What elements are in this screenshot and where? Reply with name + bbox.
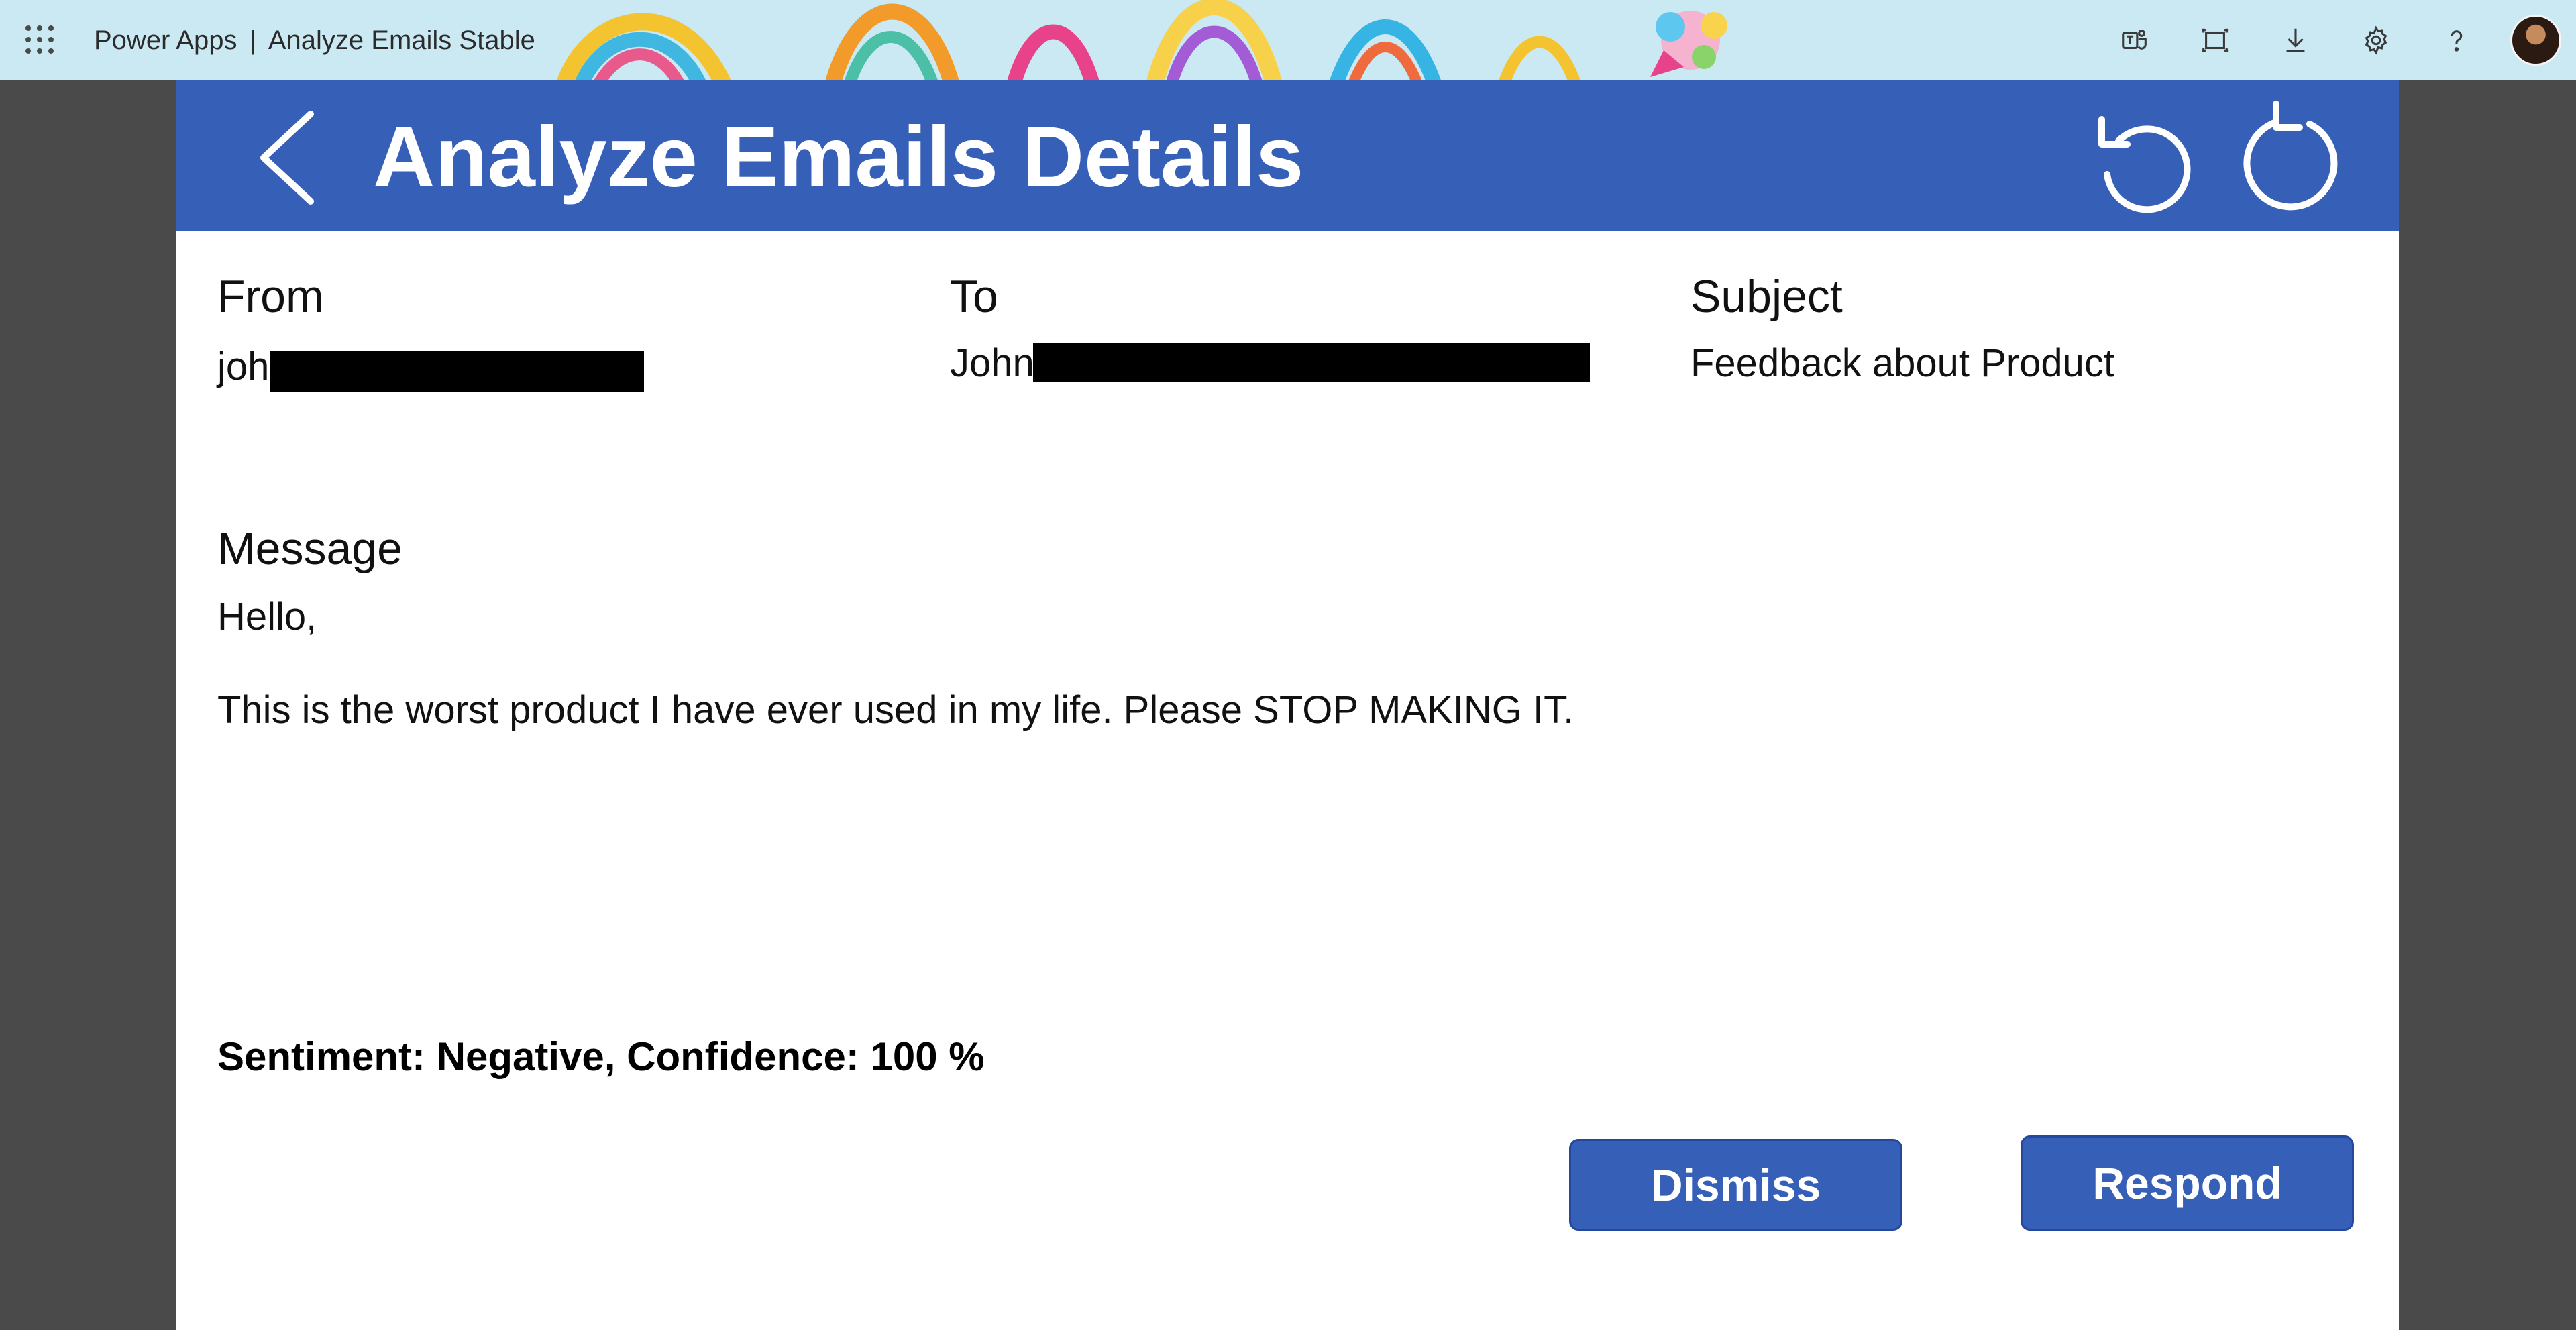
redaction-bar xyxy=(270,351,644,392)
message-label: Message xyxy=(217,523,402,574)
power-apps-top-bar: Power Apps | Analyze Emails Stable xyxy=(0,0,2576,80)
breadcrumb-separator: | xyxy=(249,25,256,55)
sentiment-result: Sentiment: Negative, Confidence: 100 % xyxy=(217,1034,985,1079)
message-body: This is the worst product I have ever us… xyxy=(217,688,1574,732)
top-bar-actions xyxy=(2094,0,2576,80)
waffle-icon[interactable] xyxy=(25,25,55,55)
subject-value: Feedback about Product xyxy=(1690,341,2114,385)
dismiss-button[interactable]: Dismiss xyxy=(1569,1139,1902,1231)
page-title: Analyze Emails Details xyxy=(373,109,1304,205)
download-icon[interactable] xyxy=(2255,0,2336,80)
dismiss-button-label: Dismiss xyxy=(1650,1160,1821,1210)
refresh-icon[interactable] xyxy=(2236,101,2350,215)
undo-icon[interactable] xyxy=(2082,101,2196,215)
subject-label: Subject xyxy=(1690,271,1843,322)
app-name: Analyze Emails Stable xyxy=(268,25,535,55)
to-label: To xyxy=(950,271,998,322)
user-avatar[interactable] xyxy=(2510,15,2561,66)
respond-button[interactable]: Respond xyxy=(2021,1135,2354,1231)
from-label: From xyxy=(217,271,324,322)
from-value: joh xyxy=(217,345,270,388)
rainbow-banner-art xyxy=(556,0,1727,80)
redaction-bar xyxy=(1033,343,1590,382)
settings-icon[interactable] xyxy=(2336,0,2416,80)
teams-icon[interactable] xyxy=(2094,0,2175,80)
product-name[interactable]: Power Apps xyxy=(94,25,237,55)
message-greeting: Hello, xyxy=(217,595,317,639)
to-value: John xyxy=(950,341,1034,385)
app-canvas: Analyze Emails Details From joh To John … xyxy=(176,80,2399,1330)
help-icon[interactable] xyxy=(2416,0,2497,80)
fit-to-screen-icon[interactable] xyxy=(2175,0,2255,80)
respond-button-label: Respond xyxy=(2092,1158,2282,1208)
app-breadcrumb: Power Apps | Analyze Emails Stable xyxy=(94,24,535,56)
back-arrow-icon[interactable] xyxy=(244,101,331,215)
screen-header: Analyze Emails Details xyxy=(176,80,2399,231)
